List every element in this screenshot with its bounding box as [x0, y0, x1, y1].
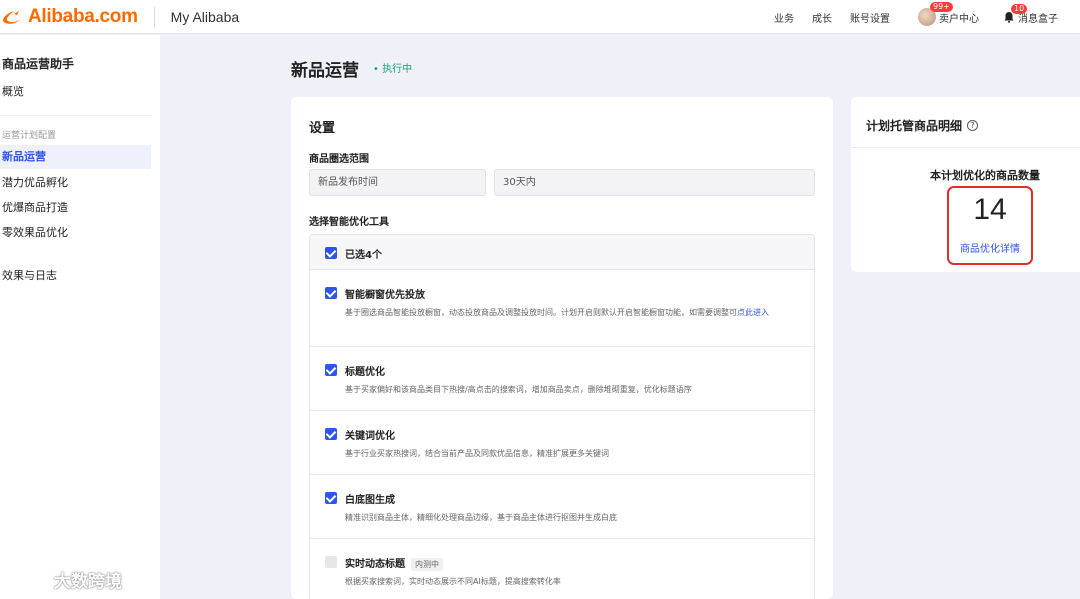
tool-row: 标题优化 基于买家偏好和该商品类目下热搜/高点击的搜索词，增加商品卖点，删除堆砌…: [310, 347, 814, 411]
tool-description: 根据买家搜索词，实时动态展示不同AI标题，提高搜索转化率: [345, 577, 561, 586]
tool-name: 实时动态标题 内测中: [345, 555, 443, 571]
header-right-nav: 业务 成长 账号设置 99+ 卖户中心 10 消息盒子: [774, 0, 1080, 34]
watermark-logo-icon: [9, 571, 47, 588]
tool-name: 白底图生成: [345, 495, 395, 506]
scope-value-select[interactable]: 30天内: [494, 169, 815, 196]
sidebar-item-overview[interactable]: 概览: [0, 80, 151, 104]
sidebar-item-zero-effect[interactable]: 零效果品优化: [0, 221, 151, 245]
tool-name: 关键词优化: [345, 431, 395, 442]
watermark-text: 大数跨境: [54, 572, 122, 592]
tool-row: 白底图生成 精准识别商品主体，精细化处理商品边缘，基于商品主体进行抠图并生成白底: [310, 475, 814, 539]
plan-detail-title-text: 计划托管商品明细: [866, 119, 963, 133]
tool-name: 智能橱窗优先投放: [345, 290, 425, 301]
scope-field-select[interactable]: 新品发布时间: [309, 169, 486, 196]
messages-badge: 10: [1011, 3, 1028, 14]
tool-checkbox-title-opt[interactable]: [325, 364, 337, 376]
tools-select-all-row: 已选4个: [310, 235, 814, 270]
top-navigation-bar: Alibaba.com My Alibaba 业务 成长 账号设置 99+ 卖户…: [0, 0, 1080, 34]
selected-count: 已选4个: [345, 250, 382, 261]
sidebar-item-hot-product[interactable]: 优爆商品打造: [0, 196, 151, 220]
beta-tag: 内测中: [411, 558, 443, 571]
tool-row: 关键词优化 基于行业买家热搜词，结合当前产品及同款优品信息，精准扩展更多关键词: [310, 411, 814, 475]
tool-name-text: 实时动态标题: [345, 559, 405, 570]
card-divider: [851, 147, 1080, 148]
plan-detail-title: 计划托管商品明细 ?: [866, 117, 979, 134]
nav-link-growth[interactable]: 成长: [812, 10, 832, 25]
tool-checkbox-dynamic-title[interactable]: [325, 556, 337, 568]
settings-title: 设置: [309, 121, 336, 136]
page-title: 新品运营: [291, 61, 359, 81]
tool-row: 智能橱窗优先投放 基于圈选商品智能投放橱窗，动态投放商品及调整投放时间。计划开启…: [310, 270, 814, 347]
tool-description: 基于买家偏好和该商品类目下热搜/高点击的搜索词，增加商品卖点，删除堆砌重复，优化…: [345, 385, 692, 394]
optimization-details-link[interactable]: 商品优化详情: [951, 240, 1029, 255]
select-all-checkbox[interactable]: [325, 247, 337, 259]
alibaba-logo[interactable]: Alibaba.com: [0, 0, 138, 34]
tool-name: 标题优化: [345, 367, 385, 378]
sidebar-divider: [0, 115, 152, 116]
scope-label: 商品圈选范围: [309, 154, 369, 165]
sidebar-title: 商品运营助手: [2, 57, 75, 71]
tool-description: 基于圈选商品智能投放橱窗，动态投放商品及调整投放时间。计划开启则默认开启智能橱窗…: [345, 306, 805, 319]
sidebar-item-new-product-ops[interactable]: 新品运营: [0, 145, 151, 169]
nav-link-business[interactable]: 业务: [774, 10, 794, 25]
header-divider: [153, 6, 155, 27]
my-alibaba-title[interactable]: My Alibaba: [171, 9, 239, 25]
sidebar-item-logs[interactable]: 效果与日志: [0, 264, 151, 288]
sidebar-group-label: 运营计划配置: [2, 131, 57, 141]
tool-description-text: 基于圈选商品智能投放橱窗，动态投放商品及调整投放时间。计划开启则默认开启智能橱窗…: [345, 308, 737, 317]
sidebar-item-potential-incubation[interactable]: 潜力优品孵化: [0, 171, 151, 195]
settings-card: 设置 商品圈选范围 新品发布时间 30天内 选择智能优化工具 已选4个 智能橱窗…: [291, 97, 833, 599]
brand-name: Alibaba.com: [28, 5, 138, 27]
nav-link-account-settings[interactable]: 账号设置: [850, 10, 890, 25]
message-box-link[interactable]: 10 消息盒子: [1003, 3, 1058, 25]
tool-description: 基于行业买家热搜词，结合当前产品及同款优品信息，精准扩展更多关键词: [345, 449, 609, 458]
tool-checkbox-white-bg[interactable]: [325, 492, 337, 504]
optimized-count-label: 本计划优化的商品数量: [930, 169, 1040, 182]
tools-list: 已选4个 智能橱窗优先投放 基于圈选商品智能投放橱窗，动态投放商品及调整投放时间…: [309, 234, 815, 599]
seller-badge: 99+: [930, 2, 953, 12]
status-badge: • 执行中: [373, 64, 413, 75]
tool-description: 精准识别商品主体，精细化处理商品边缘，基于商品主体进行抠图并生成白底: [345, 513, 617, 522]
sidebar: 商品运营助手 概览 运营计划配置 新品运营 潜力优品孵化 优爆商品打造 零效果品…: [0, 35, 160, 599]
tool-checkbox-smart-window[interactable]: [325, 287, 337, 299]
help-icon[interactable]: ?: [967, 120, 979, 131]
seller-center-link[interactable]: 99+ 卖户中心: [918, 2, 979, 26]
alibaba-logo-icon: [3, 10, 21, 24]
tool-row: 实时动态标题 内测中 根据买家搜索词，实时动态展示不同AI标题，提高搜索转化率: [310, 539, 814, 599]
optimized-count-value: 14: [973, 193, 1007, 226]
enter-link[interactable]: 点此进入: [737, 308, 769, 317]
watermark: 大数跨境: [8, 567, 122, 592]
tools-label: 选择智能优化工具: [309, 217, 389, 228]
tool-checkbox-keyword-opt[interactable]: [325, 428, 337, 440]
